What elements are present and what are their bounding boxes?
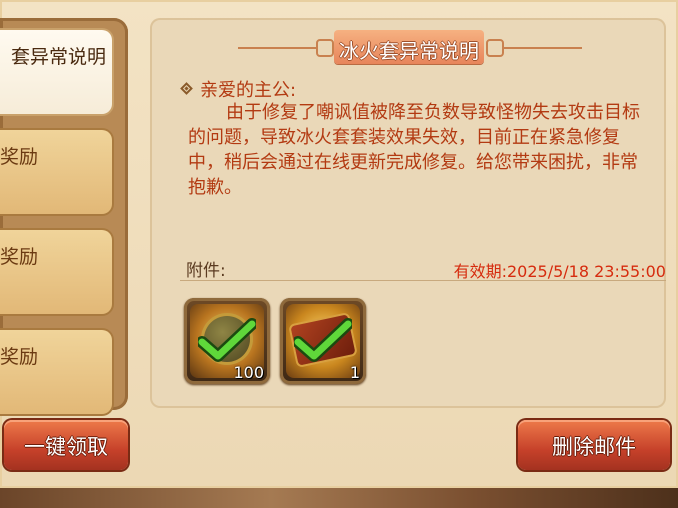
mail-item-reward-3[interactable]: 奖励 — [0, 328, 114, 416]
mail-title-bar: 冰火套异常说明 — [150, 30, 666, 66]
mail-item-title: 奖励 — [0, 146, 39, 168]
mail-item-reward-1[interactable]: 奖励 — [0, 128, 114, 216]
claim-all-label: 一键领取 — [24, 435, 108, 459]
attachments-label: 附件: — [186, 261, 226, 281]
title-ornament-line — [238, 47, 318, 49]
title-ornament-icon — [316, 39, 334, 57]
expiry-date: 有效期:2025/5/18 23:55:00 — [453, 262, 666, 281]
attachment-count: 1 — [349, 363, 360, 382]
divider — [180, 280, 666, 281]
mail-item-title: 奖励 — [0, 246, 39, 268]
mail-item-anomaly[interactable]: 套异常说明 — [0, 28, 114, 116]
check-icon — [198, 318, 256, 362]
mail-greeting: 亲爱的主公: — [200, 80, 297, 101]
mail-content-panel: 冰火套异常说明 亲爱的主公: 由于修复了嘲讽值被降至负数导致怪物失去攻击目标的问… — [150, 18, 666, 408]
mail-item-reward-2[interactable]: 奖励 — [0, 228, 114, 316]
title-plate: 冰火套异常说明 — [334, 30, 484, 64]
mail-list: 套异常说明 奖励 奖励 奖励 — [0, 18, 128, 416]
mail-title: 冰火套异常说明 — [339, 39, 479, 63]
claim-all-button[interactable]: 一键领取 — [4, 420, 128, 470]
check-icon — [294, 318, 352, 362]
delete-mail-label: 删除邮件 — [552, 435, 636, 459]
title-ornament-line — [502, 47, 582, 49]
mail-body: 由于修复了嘲讽值被降至负数导致怪物失去攻击目标的问题，导致冰火套套装效果失效，目… — [188, 102, 640, 198]
delete-mail-button[interactable]: 删除邮件 — [518, 420, 670, 470]
background-strip — [0, 488, 678, 508]
mail-item-title: 套异常说明 — [10, 46, 106, 68]
attachment-slot[interactable]: 1 — [280, 298, 366, 384]
diamond-bullet-icon — [180, 82, 193, 95]
attachment-count: 100 — [233, 363, 264, 382]
attachment-slot[interactable]: 100 — [184, 298, 270, 384]
mail-item-title: 奖励 — [0, 346, 39, 368]
